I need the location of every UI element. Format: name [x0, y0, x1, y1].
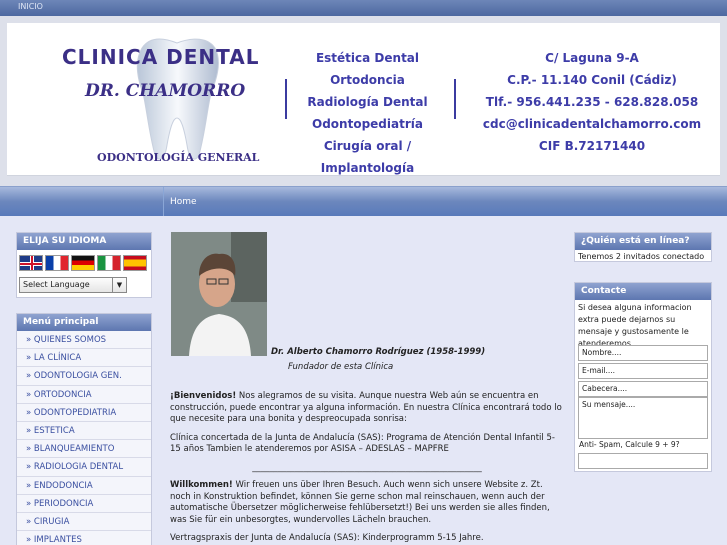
main-menu: Menú principal » QUIENES SOMOS » LA CLÍN… — [16, 313, 152, 545]
concertada-paragraph: Clínica concertada de la Junta de Andalu… — [170, 432, 555, 455]
welcome-heading: ¡Bienvenidos! — [170, 391, 237, 401]
menu-item-ortodoncia[interactable]: » ORTODONCIA — [17, 385, 151, 404]
service-item: Radiología Dental — [307, 95, 428, 109]
welcome-paragraph: ¡Bienvenidos! Nos alegramos de su visita… — [170, 391, 564, 426]
photo-caption-role: Fundador de esta Clínica — [288, 362, 394, 372]
nav-home[interactable]: Home — [163, 187, 203, 217]
panel-title: Contacte — [575, 283, 711, 300]
service-item: Ortodoncia — [330, 73, 405, 87]
menu-item-periodoncia[interactable]: » PERIODONCIA — [17, 494, 151, 513]
service-item: Estética Dental — [315, 51, 420, 65]
divider — [454, 79, 456, 119]
german-paragraph: Willkommen! Wir freuen uns über Ihren Be… — [170, 480, 564, 526]
menu-item-odontopediatria[interactable]: » ODONTOPEDIATRIA — [17, 403, 151, 422]
anti-spam-input[interactable] — [578, 453, 708, 469]
france-flag-icon[interactable] — [45, 255, 69, 271]
nav-bar: Home — [0, 186, 727, 217]
flag-list — [19, 255, 147, 271]
menu-item-endodoncia[interactable]: » ENDODONCIA — [17, 476, 151, 495]
menu-item-radiologia[interactable]: » RADIOLOGIA DENTAL — [17, 458, 151, 477]
main-article: ¡Bienvenidos! Nos alegramos de su visita… — [170, 391, 564, 545]
anti-spam-label: Anti- Spam, Calcule 9 + 9? — [579, 440, 680, 449]
menu-item-implantes[interactable]: » IMPLANTES — [17, 531, 151, 545]
germany-flag-icon[interactable] — [71, 255, 95, 271]
top-bar: INICIO — [0, 0, 727, 16]
online-panel: ¿Quién está en línea? Tenemos 2 invitado… — [574, 232, 712, 262]
contact-info: C/ Laguna 9-A C.P.- 11.140 Conil (Cádiz)… — [472, 47, 712, 157]
service-item: Odontopediatría — [312, 117, 423, 131]
menu-item-la-clinica[interactable]: » LA CLÍNICA — [17, 349, 151, 368]
founder-photo — [171, 232, 267, 356]
panel-title: Menú principal — [17, 314, 151, 331]
service-item: Cirugía oral / Implantología — [320, 139, 415, 175]
language-select[interactable]: Select Language ▼ — [19, 277, 127, 293]
language-select-value: Select Language — [23, 280, 90, 289]
menu-item-estetica[interactable]: » ESTETICA — [17, 421, 151, 441]
contact-panel: Contacte Si desea alguna informacion ext… — [574, 282, 712, 472]
panel-title: ELIJA SU IDIOMA — [17, 233, 151, 250]
phone: Tlf.- 956.441.235 - 628.828.058 — [485, 95, 699, 109]
email: cdc@clinicadentalchamorro.com — [482, 117, 702, 131]
uk-flag-icon[interactable] — [19, 255, 43, 271]
cif: CIF B.72171440 — [538, 139, 646, 153]
italy-flag-icon[interactable] — [97, 255, 121, 271]
online-count: Tenemos 2 invitados conectado — [578, 252, 705, 261]
subject-field[interactable]: Cabecera.... — [578, 381, 708, 397]
email-field[interactable]: E-mail.... — [578, 363, 708, 379]
address: C/ Laguna 9-A — [545, 51, 639, 65]
brand-subtitle: ODONTOLOGÍA GENERAL — [97, 151, 260, 164]
language-panel: ELIJA SU IDIOMA Select Language ▼ — [16, 232, 152, 298]
photo-caption-name: Dr. Alberto Chamorro Rodríguez (1958-199… — [271, 347, 486, 357]
spain-flag-icon[interactable] — [123, 255, 147, 271]
services-list: Estética Dental Ortodoncia Radiología De… — [285, 47, 450, 175]
german-heading: Willkommen! — [170, 480, 233, 490]
panel-title: ¿Quién está en línea? — [575, 233, 711, 250]
brand-title: CLINICA DENTAL — [62, 45, 260, 69]
separator-line: ________________________________________… — [252, 462, 482, 473]
german-praxis-paragraph: Vertragspraxis der Junta de Andalucía (S… — [170, 533, 484, 543]
menu-item-blanqueamiento[interactable]: » BLANQUEAMIENTO — [17, 440, 151, 459]
chevron-down-icon: ▼ — [112, 278, 126, 292]
banner: CLINICA DENTAL DR. CHAMORRO ODONTOLOGÍA … — [7, 23, 720, 176]
postal-code: C.P.- 11.140 Conil (Cádiz) — [507, 73, 677, 87]
name-field[interactable]: Nombre.... — [578, 345, 708, 361]
inicio-link[interactable]: INICIO — [18, 2, 43, 11]
brand-doctor: DR. CHAMORRO — [85, 81, 246, 101]
message-field[interactable]: Su mensaje.... — [578, 397, 708, 439]
menu-item-odontologia[interactable]: » ODONTOLOGIA GEN. — [17, 367, 151, 386]
menu-item-cirugia[interactable]: » CIRUGIA — [17, 512, 151, 532]
menu-item-quienes-somos[interactable]: » QUIENES SOMOS — [17, 331, 151, 350]
